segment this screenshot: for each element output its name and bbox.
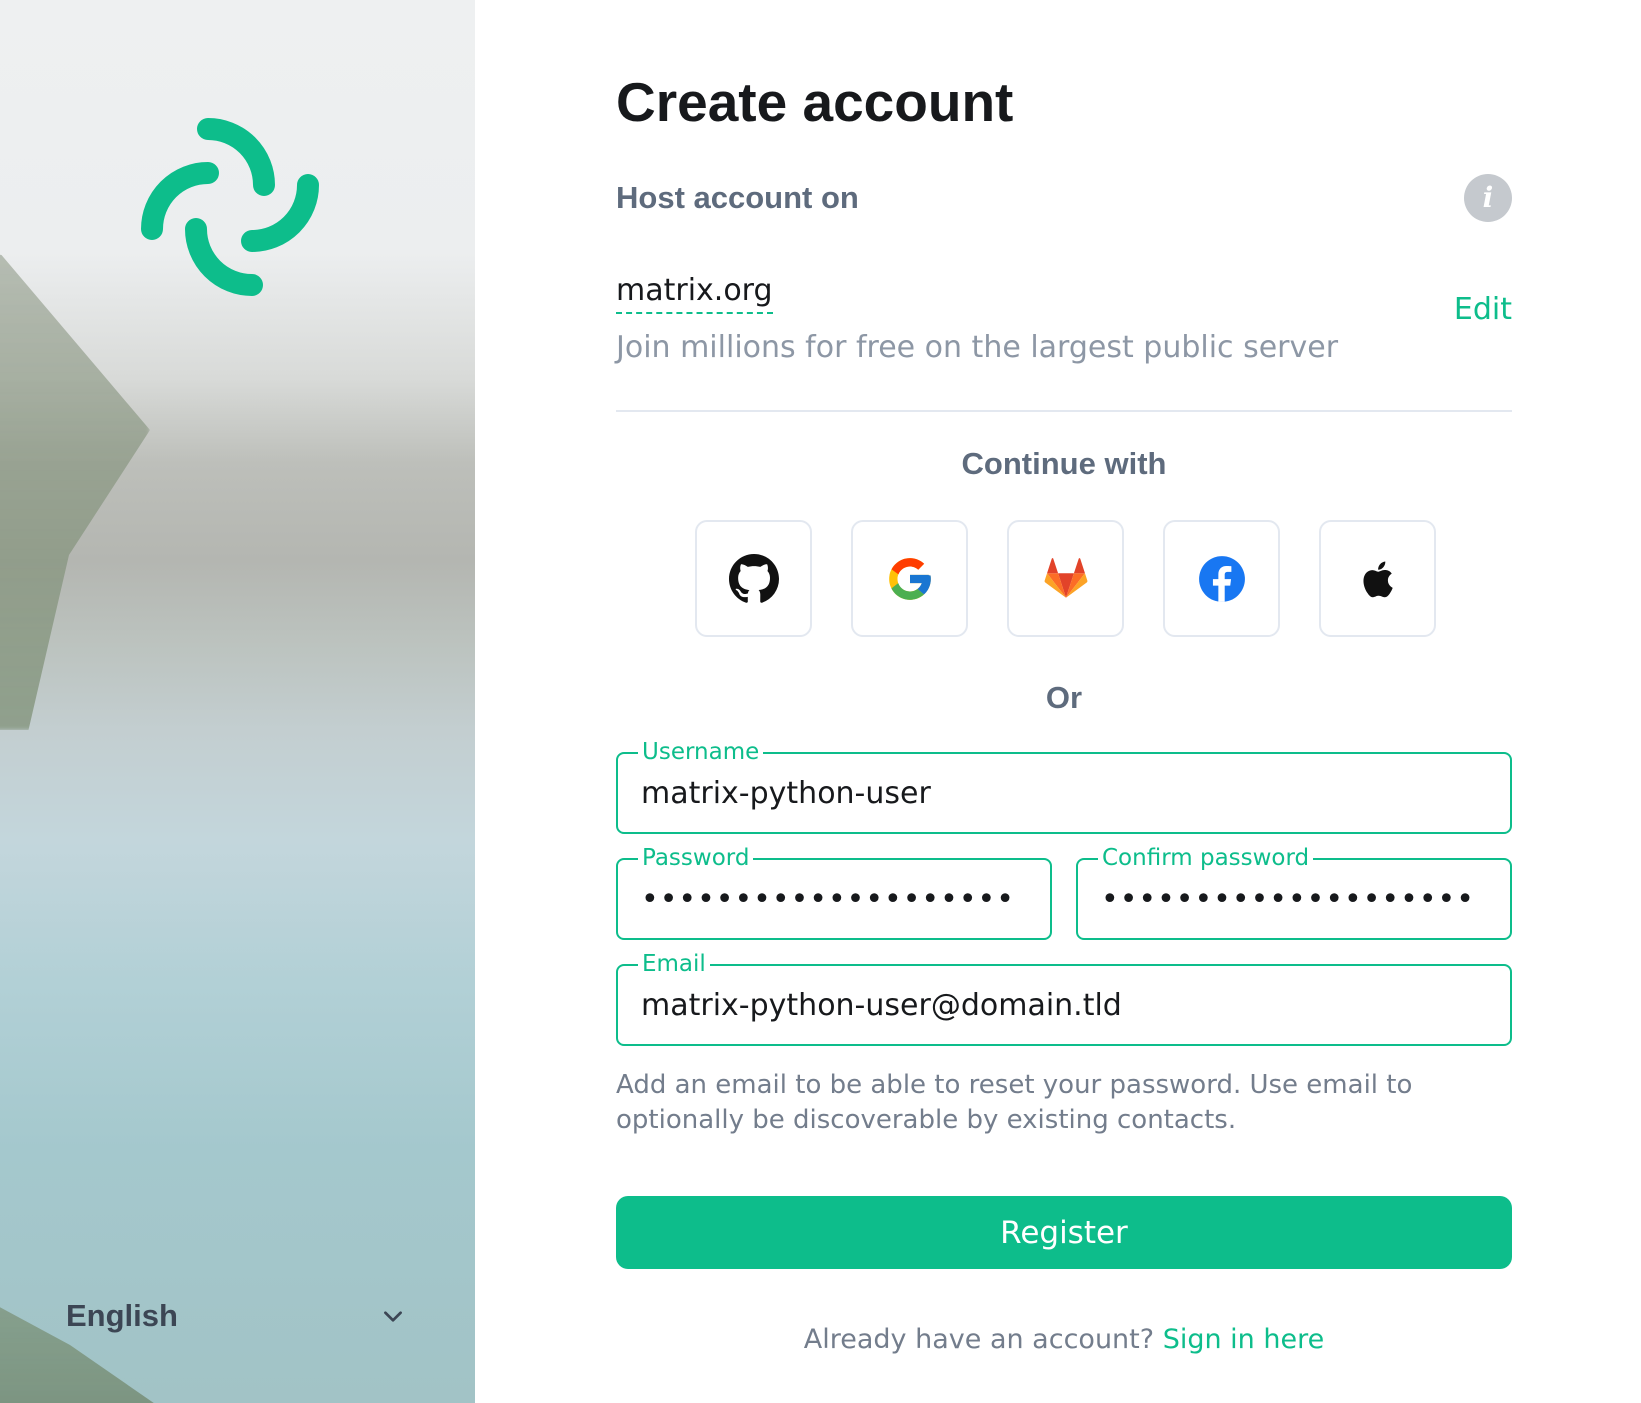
email-input[interactable]: [618, 966, 1510, 1044]
password-field: Password ••••••••••••••••••••: [616, 843, 1052, 940]
language-selector[interactable]: English: [66, 1295, 406, 1337]
gitlab-icon: [1044, 557, 1087, 598]
apple-icon: [1362, 561, 1393, 597]
gitlab-sso-button[interactable]: [1007, 520, 1124, 637]
username-input[interactable]: [618, 754, 1510, 832]
facebook-icon: [1198, 555, 1245, 602]
host-account-label: Host account on: [616, 180, 859, 215]
info-icon[interactable]: i: [1464, 174, 1512, 222]
element-logo-icon: [141, 118, 319, 296]
chevron-down-icon: [384, 1311, 402, 1322]
language-label: English: [66, 1298, 178, 1333]
page-title: Create account: [616, 71, 1014, 133]
background-panel: English: [0, 0, 475, 1403]
server-name[interactable]: matrix.org: [616, 272, 773, 314]
divider: [616, 410, 1512, 412]
github-sso-button[interactable]: [695, 520, 812, 637]
confirm-password-input[interactable]: ••••••••••••••••••••: [1101, 860, 1500, 938]
github-icon: [728, 553, 779, 603]
register-button[interactable]: Register: [616, 1196, 1512, 1269]
google-icon: [888, 557, 931, 600]
mountain-image: [0, 230, 150, 730]
continue-with-heading: Continue with: [961, 446, 1167, 481]
facebook-sso-button[interactable]: [1163, 520, 1280, 637]
confirm-password-field: Confirm password ••••••••••••••••••••: [1076, 843, 1512, 940]
email-help-text: Add an email to be able to reset your pa…: [616, 1070, 1413, 1135]
password-input[interactable]: ••••••••••••••••••••: [641, 860, 1040, 938]
google-sso-button[interactable]: [851, 520, 968, 637]
server-description: Join millions for free on the largest pu…: [616, 330, 1339, 365]
sso-buttons: [695, 520, 1436, 637]
signin-link[interactable]: Sign in here: [1163, 1324, 1325, 1355]
apple-sso-button[interactable]: [1319, 520, 1436, 637]
signin-prompt: Already have an account? Sign in here: [616, 1324, 1512, 1355]
signin-prompt-text: Already have an account?: [803, 1324, 1155, 1355]
edit-server-link[interactable]: Edit: [1454, 292, 1512, 327]
registration-form: Create account Host account on i matrix.…: [616, 0, 1512, 1403]
or-separator: Or: [1045, 680, 1083, 715]
email-field: Email: [616, 949, 1512, 1046]
username-field: Username: [616, 737, 1512, 834]
